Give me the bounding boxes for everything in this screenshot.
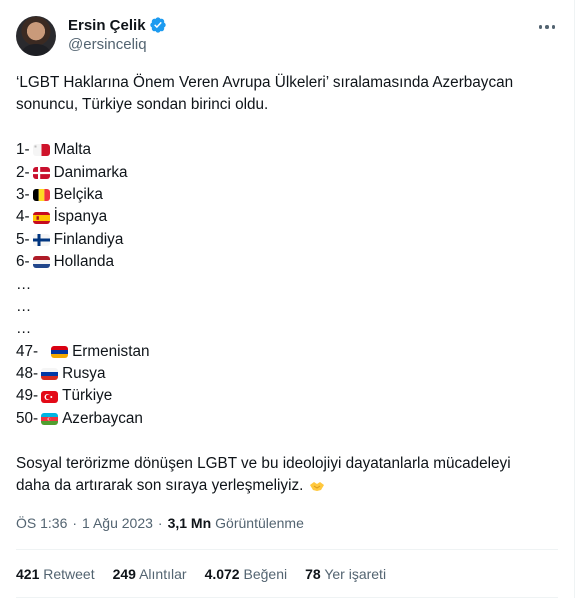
country-name: Malta	[53, 141, 92, 159]
tweet-text: ‘LGBT Haklarına Önem Veren Avrupa Ülkele…	[16, 72, 556, 497]
country-name: Danimarka	[53, 163, 128, 181]
intro-line: ‘LGBT Haklarına Önem Veren Avrupa Ülkele…	[16, 74, 514, 91]
avatar[interactable]	[16, 16, 56, 56]
intro-line: sonuncu, Türkiye sondan birinci oldu.	[16, 96, 269, 114]
azerbaijan-flag-icon	[41, 413, 59, 426]
rank: 5-	[16, 230, 30, 248]
list-item: 5- Finlandiya	[16, 229, 556, 251]
country-name: Hollanda	[53, 253, 114, 271]
list-item: 6- Hollanda	[16, 251, 556, 273]
spain-flag-icon	[32, 211, 50, 224]
country-name: Ermenistan	[72, 342, 150, 360]
ellipsis-line: …	[16, 297, 32, 315]
rank: 50-	[16, 409, 39, 427]
separator: ·	[157, 515, 163, 531]
tweet-date[interactable]: 1 Ağu 2023	[82, 515, 153, 531]
list-item: 3- Belçika	[16, 184, 556, 206]
quotes-stat[interactable]: 249 Alıntılar	[113, 566, 187, 582]
outro-text: daha da artırarak son sıraya yerleşmeliy…	[16, 477, 304, 495]
name-row: Ersin Çelik	[68, 15, 167, 35]
country-name: Rusya	[62, 365, 106, 383]
rank: 49-	[16, 387, 39, 405]
rank: 2-	[16, 163, 30, 181]
rank: 48-	[16, 365, 39, 383]
country-name: Azerbaycan	[62, 409, 143, 427]
rank: 4-	[16, 208, 30, 226]
views-count: 3,1 Mn	[167, 515, 212, 531]
author-handle[interactable]: @ersinceliq	[68, 36, 167, 53]
tweet-time[interactable]: ÖS 1:36	[16, 515, 67, 531]
list-item: 50- Azerbaycan	[16, 408, 556, 430]
list-item: 4- İspanya	[16, 206, 556, 228]
country-name: İspanya	[53, 208, 108, 226]
rank: 1-	[16, 141, 30, 159]
views-label: Görüntülenme	[215, 515, 304, 531]
bookmarks-stat[interactable]: 78 Yer işareti	[305, 566, 386, 582]
malta-flag-icon	[32, 144, 50, 157]
outro-line: daha da artırarak son sıraya yerleşmeliy…	[16, 475, 556, 497]
list-item: 2- Danimarka	[16, 162, 556, 184]
retweets-stat[interactable]: 421 Retweet	[16, 566, 95, 582]
armenia-flag-icon	[51, 345, 69, 358]
list-item: 1- Malta	[16, 139, 556, 161]
rank: 3-	[16, 185, 30, 203]
handshake-emoji-icon	[310, 482, 325, 492]
list-item: 48- Rusya	[16, 363, 556, 385]
tweet-header: Ersin Çelik @ersinceliq	[16, 12, 558, 60]
country-name: Türkiye	[62, 387, 113, 405]
ellipsis-line: …	[16, 320, 32, 338]
finland-flag-icon	[32, 233, 50, 246]
denmark-flag-icon	[32, 166, 50, 179]
russia-flag-icon	[41, 368, 59, 381]
country-name: Finlandiya	[53, 230, 124, 248]
country-name: Belçika	[53, 185, 103, 203]
engagement-stats: 421 Retweet 249 Alıntılar 4.072 Beğeni 7…	[16, 566, 404, 582]
ellipsis-line: …	[16, 275, 32, 293]
netherlands-flag-icon	[32, 256, 50, 269]
outro-line: Sosyal terörizme dönüşen LGBT ve bu ideo…	[16, 454, 511, 472]
rank: 6-	[16, 253, 30, 271]
tweet-card: Ersin Çelik @ersinceliq ‘LGBT Haklarına …	[0, 0, 575, 598]
divider	[16, 549, 558, 550]
separator: ·	[72, 515, 78, 531]
belgium-flag-icon	[32, 189, 50, 202]
author-name[interactable]: Ersin Çelik	[68, 17, 146, 34]
turkey-flag-icon	[41, 390, 59, 403]
more-options-icon[interactable]	[536, 16, 558, 38]
likes-stat[interactable]: 4.072 Beğeni	[205, 566, 288, 582]
list-item: 49- Türkiye	[16, 385, 556, 407]
list-item: 47- Ermenistan	[16, 341, 556, 363]
rank: 47-	[16, 342, 39, 360]
author-info: Ersin Çelik @ersinceliq	[68, 12, 167, 53]
tweet-meta: ÖS 1:36 · 1 Ağu 2023 · 3,1 Mn Görüntülen…	[16, 515, 304, 531]
verified-badge-icon	[149, 17, 166, 33]
